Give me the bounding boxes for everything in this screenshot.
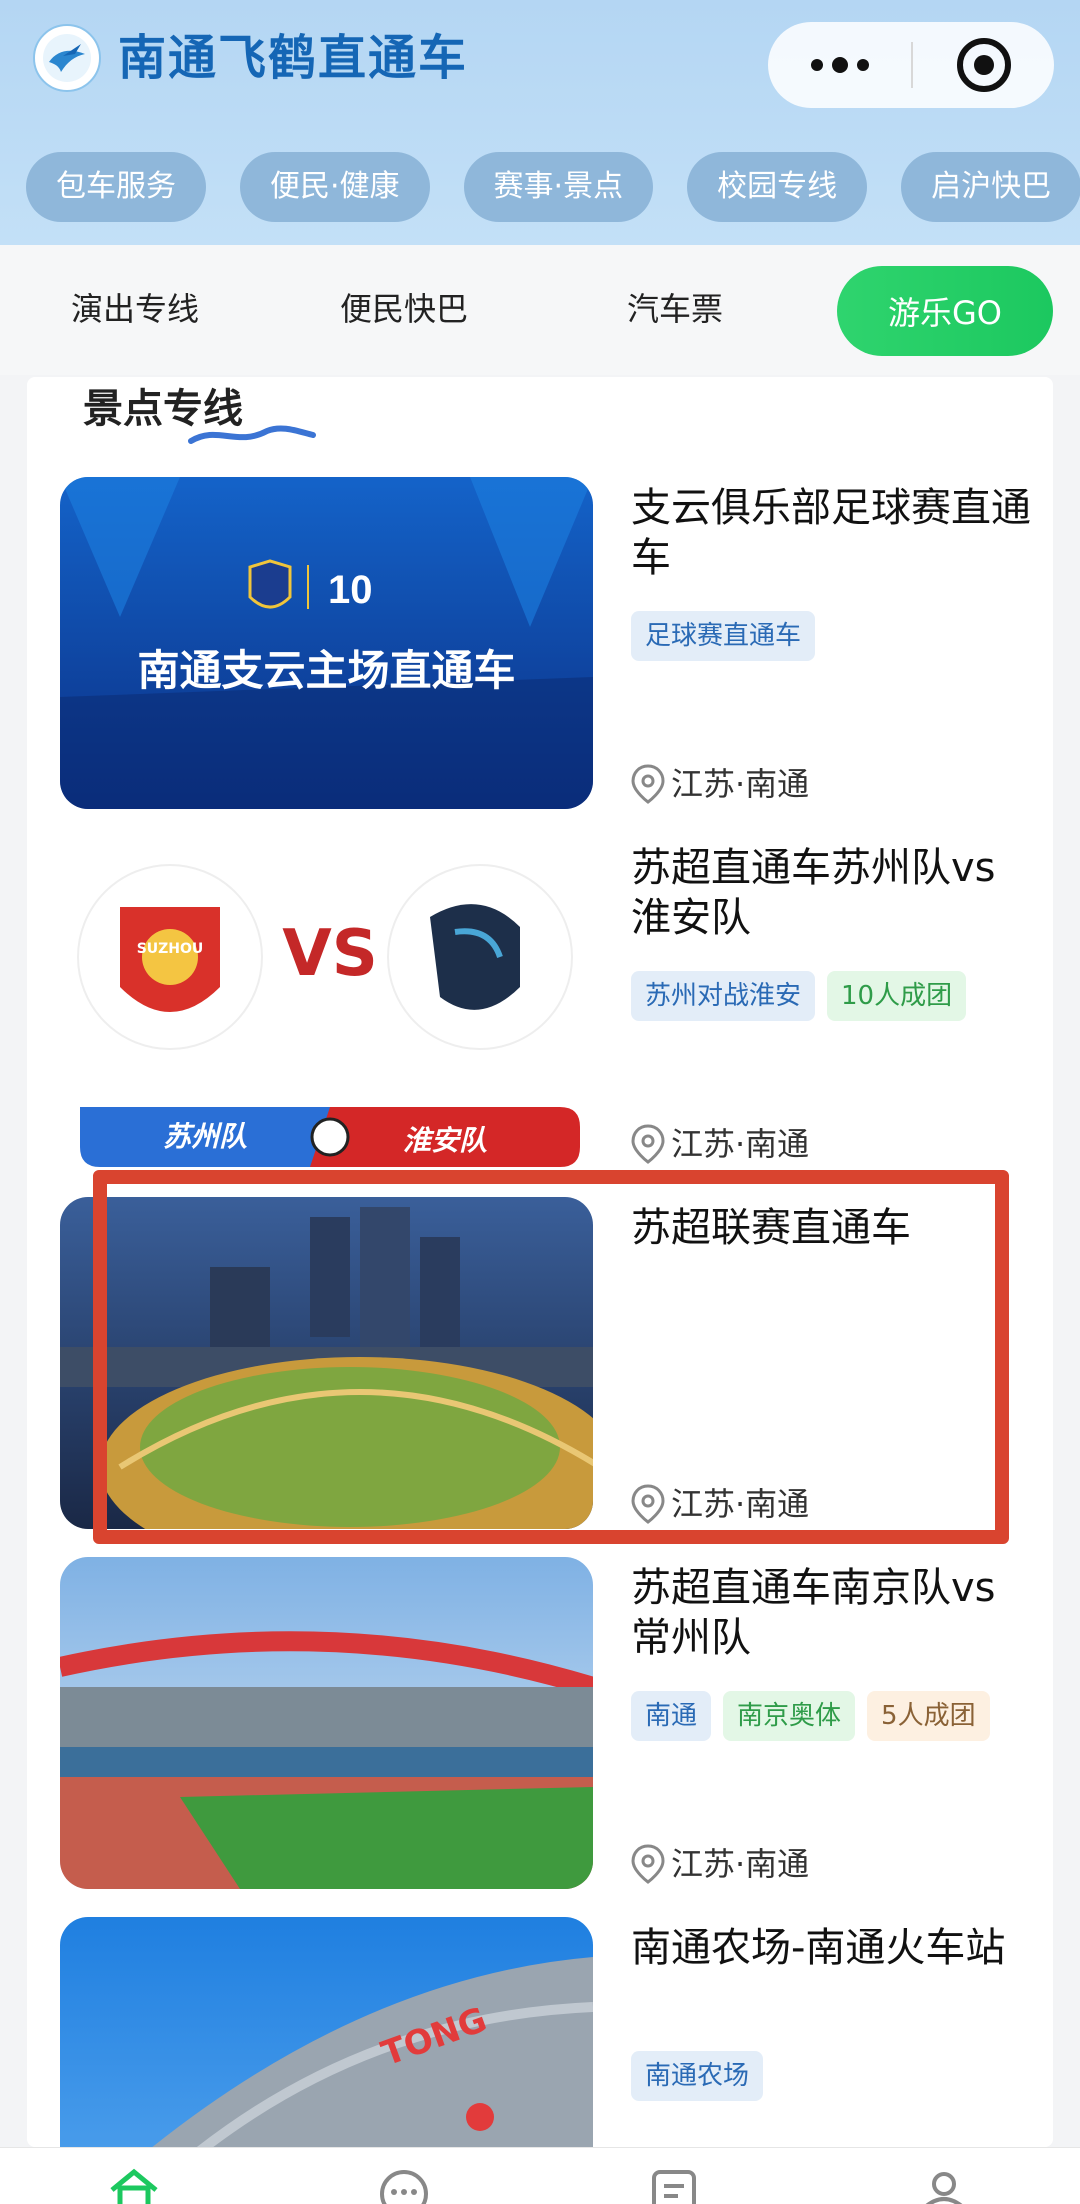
list-item[interactable]: 苏超直通车南京队vs常州队 南通 南京奥体 5人成团 江苏·南通 [27,1557,1053,1897]
anniversary-badge: 10 [328,568,373,612]
tag: 苏州对战淮安 [631,971,816,1021]
category-row: 包车服务 便民·健康 赛事·景点 校园专线 启沪快巴 [26,152,1080,222]
route-image: SUZHOU VS 苏州队 淮安队 [60,837,593,1169]
category-shanghai-express[interactable]: 启沪快巴 [901,152,1080,222]
list-item[interactable]: TONG 南通农场-南通火车站 南通农场 [27,1917,1053,2147]
tag-group: 足球赛直通车 [631,611,816,661]
tab-fun-go[interactable]: 游乐GO [837,266,1053,356]
image-caption: 南通支云主场直通车 [137,646,516,695]
category-charter[interactable]: 包车服务 [26,152,206,222]
item-title: 苏超直通车南京队vs常州队 [631,1565,996,1661]
route-image: 10 南通支云主场直通车 [60,477,593,809]
team-left-label: 苏州队 [162,1120,247,1153]
home-icon[interactable] [108,2168,160,2204]
item-title: 南通农场-南通火车站 [631,1925,1006,1971]
tab-bus-ticket[interactable]: 汽车票 [627,281,723,337]
tag: 足球赛直通车 [631,611,816,661]
tag: 10人成团 [827,971,967,1021]
location: 江苏·南通 [631,1842,809,1886]
category-health[interactable]: 便民·健康 [240,152,430,222]
location-text: 江苏·南通 [671,765,810,803]
category-events[interactable]: 赛事·景点 [463,152,654,222]
location-pin-icon [631,1124,665,1164]
item-title: 支云俱乐部足球赛直通车 [631,485,1031,581]
crane-logo-icon [33,24,101,92]
tag-group: 南通 南京奥体 5人成团 [631,1691,990,1741]
team-logo-text: SUZHOU [136,941,204,957]
list-item[interactable]: 10 南通支云主场直通车 支云俱乐部足球赛直通车 足球赛直通车 江苏·南通 [27,477,1053,817]
team-right-label: 淮安队 [402,1124,487,1157]
message-icon[interactable] [378,2168,430,2204]
mini-program-close-icon[interactable] [913,22,1054,108]
mini-program-capsule [768,22,1054,108]
more-dots-icon[interactable] [768,22,911,108]
location-text: 江苏·南通 [671,1845,810,1883]
tab-convenience-bus[interactable]: 便民快巴 [340,281,468,337]
vs-label: VS [282,917,378,991]
bottom-nav-bar [0,2147,1080,2204]
tab-performance[interactable]: 演出专线 [71,281,199,337]
category-campus[interactable]: 校园专线 [687,152,868,222]
route-image: TONG [60,1917,593,2147]
annotation-highlight-box [93,1170,1009,1544]
orders-icon[interactable] [648,2168,700,2204]
tag-group: 苏州对战淮安 10人成团 [631,971,967,1021]
app-header: 南通飞鹤直通车 包车服务 便民·健康 赛事·景点 校园专线 启沪快巴 [0,0,1080,245]
location-pin-icon [631,764,665,804]
tag: 南通农场 [631,2051,764,2101]
tag: 5人成团 [867,1691,990,1741]
profile-icon[interactable] [918,2168,970,2204]
location: 江苏·南通 [631,1122,809,1166]
tag-group: 南通农场 [631,2051,764,2101]
route-image [60,1557,593,1889]
tag: 南京奥体 [723,1691,856,1741]
title-underline-icon [188,425,316,444]
location: 江苏·南通 [631,762,809,806]
app-title: 南通飞鹤直通车 [118,30,469,86]
item-title: 苏超直通车苏州队vs淮安队 [631,845,996,941]
location-pin-icon [631,1844,665,1884]
list-item[interactable]: SUZHOU VS 苏州队 淮安队 苏超直通车苏州队vs淮安队 苏州对战淮安 1… [27,837,1053,1177]
tag: 南通 [631,1691,712,1741]
location-text: 江苏·南通 [671,1125,810,1163]
